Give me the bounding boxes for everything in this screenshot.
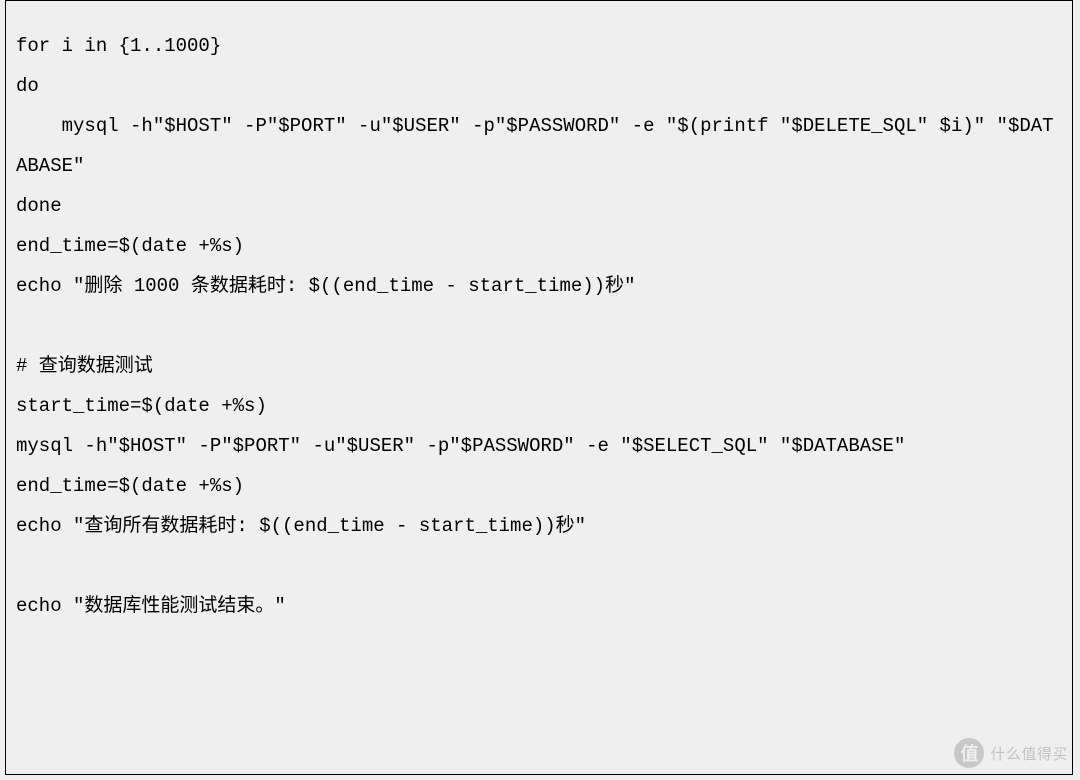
code-frame: for i in {1..1000} do mysql -h"$HOST" -P… [5, 0, 1073, 775]
watermark: 值 什么值得买 [954, 738, 1068, 768]
watermark-badge-icon: 值 [954, 738, 984, 768]
code-block: for i in {1..1000} do mysql -h"$HOST" -P… [6, 20, 1072, 636]
watermark-text: 什么值得买 [990, 743, 1068, 764]
